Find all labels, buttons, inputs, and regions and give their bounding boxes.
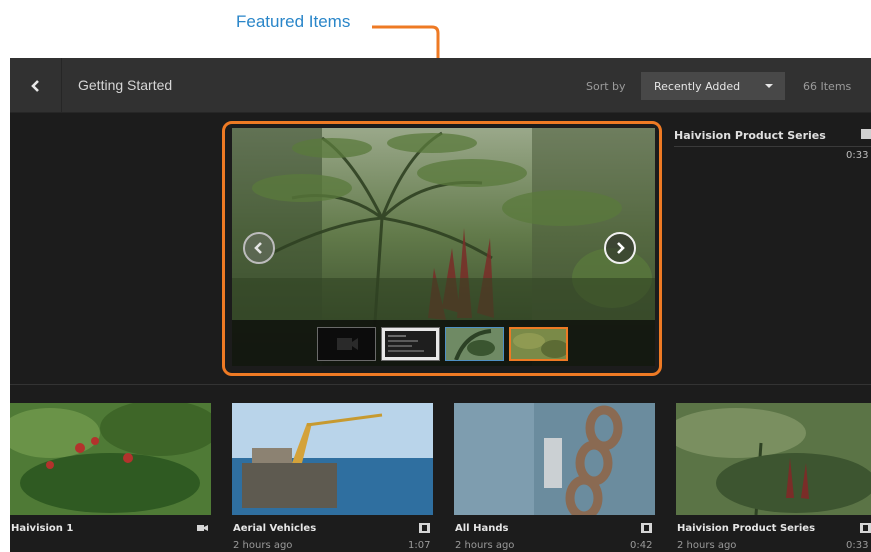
media-card-haivision-1[interactable]: Haivision 1 <box>10 403 213 552</box>
card-title[interactable]: Haivision 1 <box>11 523 73 534</box>
card-title[interactable]: Aerial Vehicles <box>233 523 316 534</box>
media-card-aerial-vehicles[interactable]: Aerial Vehicles 2 hours ago 1:07 <box>232 403 435 552</box>
section-divider <box>10 384 871 385</box>
chevron-left-icon <box>30 79 39 92</box>
sort-label: Sort by <box>586 80 626 93</box>
tree-fern-thumbnail <box>676 403 871 515</box>
media-card-haivision-product-series[interactable]: Haivision Product Series 2 hours ago 0:3… <box>676 403 871 552</box>
card-duration: 0:33 <box>846 540 869 551</box>
media-icon <box>860 523 871 533</box>
card-age: 2 hours ago <box>455 540 515 551</box>
card-thumbnail[interactable] <box>454 403 655 515</box>
card-title[interactable]: Haivision Product Series <box>677 523 815 534</box>
media-portal-app: Getting Started Sort by Recently Added 6… <box>10 58 871 552</box>
side-item-duration: 0:33 <box>846 150 869 161</box>
media-icon <box>419 523 430 533</box>
back-button[interactable] <box>10 58 62 113</box>
caret-down-icon <box>765 84 773 88</box>
camera-icon <box>197 525 208 531</box>
sort-dropdown[interactable]: Recently Added <box>641 72 785 100</box>
item-count: 66 Items <box>803 80 852 93</box>
divider <box>674 146 871 147</box>
featured-items-annotation: Featured Items <box>236 12 351 31</box>
page-title: Getting Started <box>78 77 173 93</box>
card-age: 2 hours ago <box>677 540 737 551</box>
card-thumbnail[interactable] <box>676 403 871 515</box>
toolbar: Getting Started Sort by Recently Added 6… <box>10 58 871 113</box>
card-title[interactable]: All Hands <box>455 523 508 534</box>
offshore-platform-thumbnail <box>232 403 433 515</box>
card-duration: 1:07 <box>408 540 431 551</box>
card-thumbnail[interactable] <box>232 403 433 515</box>
card-thumbnail[interactable] <box>10 403 211 515</box>
sort-value: Recently Added <box>654 79 741 93</box>
jungle-flowers-thumbnail <box>10 403 211 515</box>
underwater-chain-thumbnail <box>454 403 655 515</box>
media-icon <box>861 129 871 139</box>
card-duration: 0:42 <box>630 540 653 551</box>
media-card-all-hands[interactable]: All Hands 2 hours ago 0:42 <box>454 403 657 552</box>
featured-items-highlight <box>222 121 662 376</box>
card-age: 2 hours ago <box>233 540 293 551</box>
side-item-title[interactable]: Haivision Product Series <box>674 129 826 142</box>
media-icon <box>641 523 652 533</box>
